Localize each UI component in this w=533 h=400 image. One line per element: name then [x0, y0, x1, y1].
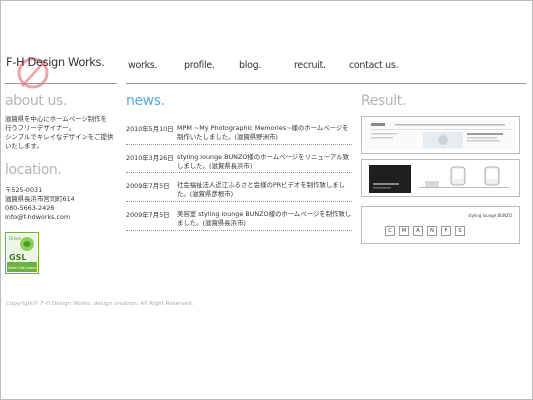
- news-item[interactable]: 2010年5月10日 MPM ~My Photographic Memories…: [126, 116, 352, 145]
- divider-left: [5, 83, 117, 84]
- nav-contact-us[interactable]: contact us.: [349, 60, 399, 71]
- news-text[interactable]: styling lounge BUNZO様のホームページをリニューアル致しました…: [177, 153, 353, 170]
- copyright-footer: Copyright© F-H Design Works. design crea…: [6, 301, 194, 307]
- result-thumb-bunzo[interactable]: [361, 159, 520, 197]
- news-text[interactable]: MPM ~My Photographic Memories~様のホームページを制…: [177, 124, 353, 141]
- thumb-preview: [365, 120, 516, 150]
- location-heading: location.: [5, 162, 62, 178]
- news-list: 2010年5月10日 MPM ~My Photographic Memories…: [126, 116, 352, 231]
- nav-works[interactable]: works.: [128, 60, 157, 71]
- news-text[interactable]: 美容室 styling lounge BUNZO様のホームページを制作致しました…: [177, 210, 353, 227]
- email-link[interactable]: info@f-hdworks.com: [5, 213, 123, 222]
- about-line: いたします。: [5, 142, 43, 150]
- location-text: 〒525-0031 滋賀県長浜市宮司町614 080-5663-2426 inf…: [5, 186, 123, 222]
- news-item[interactable]: 2009年7月5日 美容室 styling lounge BUNZO様のホームペ…: [126, 202, 352, 231]
- site-logo[interactable]: F-H Design Works.: [6, 48, 124, 89]
- news-date: 2009年7月5日: [126, 182, 170, 190]
- about-line: シンプルでキレイなデザインをご提供: [5, 133, 114, 141]
- logo-text: F-H Design Works.: [6, 55, 105, 69]
- thumb-letter: A: [413, 226, 423, 236]
- news-item[interactable]: 2009年7月5日 社会福祉法人近江ふるさと会様のPRビデオを制作致しました。(…: [126, 173, 352, 202]
- nav-recruit[interactable]: recruit.: [294, 60, 326, 71]
- phone: 080-5663-2426: [5, 204, 55, 212]
- news-heading: news.: [126, 93, 165, 109]
- badge-top-text: Green: [9, 236, 22, 241]
- thumb-letter: F: [441, 226, 451, 236]
- about-heading: about us.: [5, 93, 67, 109]
- thumb-preview: [365, 163, 516, 193]
- address: 滋賀県長浜市宮司町614: [5, 195, 75, 203]
- thumb-letter: M: [399, 226, 409, 236]
- badge-main-text: GSL: [9, 253, 26, 262]
- thumb-letter: S: [455, 226, 465, 236]
- postal-code: 〒525-0031: [5, 186, 43, 194]
- badge-bottom-text: Green Site License: [8, 266, 38, 270]
- news-item[interactable]: 2010年3月26日 styling lounge BUNZO様のホームページを…: [126, 145, 352, 173]
- about-text: 滋賀県を中心にホームページ制作を 行うフリーデザイナー。 シンプルでキレイなデザ…: [5, 115, 123, 151]
- news-date: 2009年7月5日: [126, 211, 170, 219]
- news-date: 2010年5月10日: [126, 125, 174, 133]
- result-thumb-bunzo-salon[interactable]: styling lounge BUNZO C M A N F S: [361, 206, 520, 244]
- divider-main: [126, 83, 526, 84]
- thumb-preview: styling lounge BUNZO C M A N F S: [365, 210, 516, 240]
- green-site-license-badge[interactable]: Green GSL Green Site License: [5, 232, 39, 274]
- thumb-letter: C: [385, 226, 395, 236]
- thumb-letter: N: [427, 226, 437, 236]
- news-date: 2010年3月26日: [126, 154, 174, 162]
- about-line: 行うフリーデザイナー。: [5, 124, 75, 132]
- nav-profile[interactable]: profile.: [184, 60, 215, 71]
- news-text[interactable]: 社会福祉法人近江ふるさと会様のPRビデオを制作致しました。(滋賀県彦根市): [177, 181, 353, 198]
- thumb-caption: styling lounge BUNZO: [467, 213, 512, 218]
- result-heading: Result.: [361, 93, 406, 109]
- result-thumb-mpm[interactable]: [361, 116, 520, 154]
- about-line: 滋賀県を中心にホームページ制作を: [5, 115, 107, 123]
- nav-blog[interactable]: blog.: [239, 60, 261, 71]
